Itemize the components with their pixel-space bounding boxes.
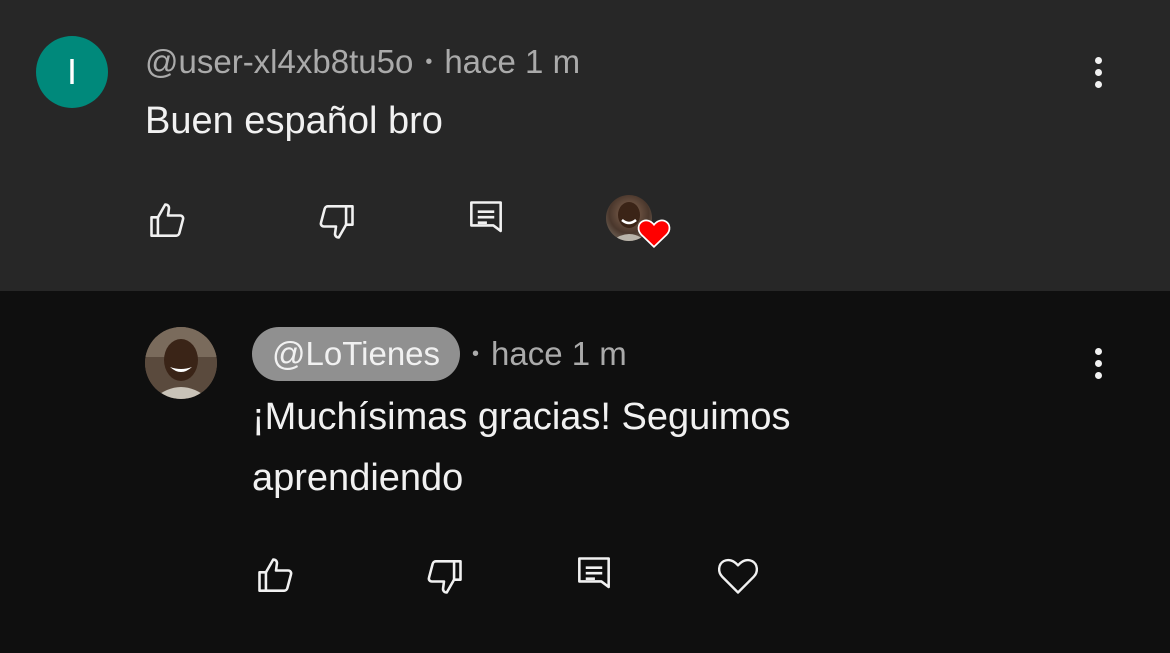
reply-icon[interactable]: [572, 553, 616, 597]
separator-dot: •: [425, 50, 433, 73]
more-vert-icon[interactable]: [1086, 47, 1110, 97]
thumb-up-icon[interactable]: [146, 199, 190, 243]
comment-timestamp[interactable]: hace 1 m: [444, 43, 580, 81]
reply-header: @LoTienes • hace 1 m: [252, 327, 627, 381]
reply-icon[interactable]: [464, 197, 508, 241]
reply-timestamp[interactable]: hace 1 m: [491, 335, 627, 373]
reply-text-line: aprendiendo: [252, 457, 464, 499]
author-handle[interactable]: @user-xl4xb8tu5o: [145, 43, 413, 81]
heart-outline-icon[interactable]: [716, 554, 760, 598]
more-vert-icon[interactable]: [1086, 338, 1110, 388]
thumb-down-icon[interactable]: [422, 554, 466, 598]
reply-text-line: ¡Muchísimas gracias! Seguimos: [252, 396, 791, 438]
thumb-down-icon[interactable]: [314, 199, 358, 243]
comment-header: @user-xl4xb8tu5o • hace 1 m: [145, 40, 580, 84]
reply-text: ¡Muchísimas gracias! Seguimos aprendiend…: [252, 387, 952, 509]
avatar[interactable]: I: [36, 36, 108, 108]
creator-heart-icon: [606, 195, 671, 253]
thumb-up-icon[interactable]: [254, 554, 298, 598]
avatar[interactable]: [145, 327, 217, 399]
creator-handle-chip[interactable]: @LoTienes: [252, 327, 461, 381]
reply-item: @LoTienes • hace 1 m ¡Muchísimas gracias…: [0, 291, 1170, 653]
separator-dot: •: [472, 342, 480, 365]
comment-item: I @user-xl4xb8tu5o • hace 1 m Buen españ…: [0, 0, 1170, 291]
comment-text: Buen español bro: [145, 100, 443, 142]
